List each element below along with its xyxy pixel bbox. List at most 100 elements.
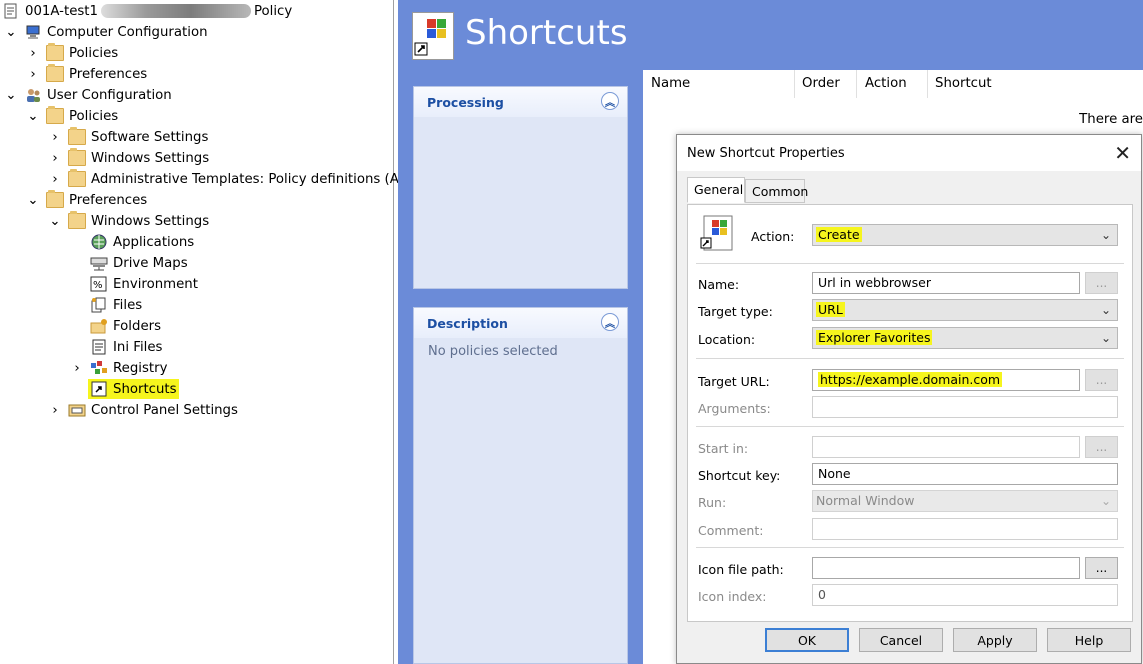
divider	[696, 358, 1124, 359]
tree-item-control-panel-settings[interactable]: › Control Panel Settings	[48, 400, 238, 420]
chevron-right-icon[interactable]: ›	[26, 67, 40, 82]
tree-item-label: Drive Maps	[113, 255, 188, 271]
target-url-field[interactable]: https://example.domain.com	[812, 369, 1080, 391]
tree-item-windows-settings[interactable]: › Windows Settings	[48, 148, 209, 168]
tree-item-environment[interactable]: % Environment	[90, 274, 198, 294]
icon-index-field[interactable]: 0	[812, 584, 1118, 606]
processing-panel: Processing ︽	[413, 86, 628, 289]
target-url-browse-button[interactable]: ...	[1085, 369, 1118, 391]
processing-panel-title: Processing	[427, 94, 504, 110]
chevron-right-icon[interactable]: ›	[48, 172, 62, 187]
shortcut-key-label: Shortcut key:	[698, 468, 781, 483]
name-browse-button[interactable]: ...	[1085, 272, 1118, 294]
apply-button[interactable]: Apply	[953, 628, 1037, 652]
description-panel-header[interactable]: Description ︽	[414, 308, 627, 338]
tree-item-user-configuration[interactable]: ⌄ User Configuration	[4, 85, 172, 105]
tree-item-computer-configuration[interactable]: ⌄ Computer Configuration	[4, 22, 207, 42]
collapse-icon[interactable]: ︽	[601, 92, 619, 110]
arguments-label: Arguments:	[698, 401, 771, 416]
folder-icon	[68, 169, 86, 187]
column-header-order[interactable]: Order	[802, 76, 840, 91]
chevron-down-icon[interactable]: ⌄	[1101, 494, 1111, 508]
tab-common[interactable]: Common	[745, 179, 808, 203]
svg-text:%: %	[93, 280, 103, 291]
users-icon	[24, 87, 42, 103]
ini-file-icon	[90, 339, 108, 355]
shortcut-key-field[interactable]: None	[812, 463, 1118, 485]
tree-item-label: Files	[113, 297, 143, 313]
tree-item-software-settings[interactable]: › Software Settings	[48, 127, 208, 147]
run-combobox[interactable]: Normal Window ⌄	[812, 490, 1118, 512]
action-combobox[interactable]: Create ⌄	[812, 224, 1118, 246]
chevron-down-icon[interactable]: ⌄	[26, 109, 40, 124]
console-tree: 001A-test1 Policy ⌄ Computer Configurati…	[0, 0, 413, 664]
chevron-down-icon[interactable]: ⌄	[4, 25, 18, 40]
tree-item-applications[interactable]: Applications	[90, 232, 194, 252]
dialog-titlebar[interactable]: New Shortcut Properties ✕	[677, 135, 1141, 171]
chevron-down-icon[interactable]: ⌄	[1101, 303, 1111, 317]
help-button[interactable]: Help	[1047, 628, 1131, 652]
chevron-down-icon[interactable]: ⌄	[4, 88, 18, 103]
arguments-field[interactable]	[812, 396, 1118, 418]
comment-field[interactable]	[812, 518, 1118, 540]
tree-item-administrative-templates[interactable]: › Administrative Templates: Policy defin…	[48, 169, 413, 189]
cancel-button[interactable]: Cancel	[859, 628, 943, 652]
tree-item-shortcuts[interactable]: Shortcuts	[88, 379, 179, 399]
tree-item-user-preferences[interactable]: ⌄ Preferences	[26, 190, 147, 210]
column-divider[interactable]	[794, 70, 795, 98]
chevron-down-icon[interactable]: ⌄	[48, 214, 62, 229]
tree-item-ini-files[interactable]: Ini Files	[90, 337, 162, 357]
description-panel-title: Description	[427, 315, 508, 331]
chevron-down-icon[interactable]: ⌄	[1101, 331, 1111, 345]
tree-item-files[interactable]: Files	[90, 295, 142, 315]
new-shortcut-properties-dialog: New Shortcut Properties ✕ General Common…	[676, 134, 1142, 664]
folder-icon	[46, 190, 64, 208]
tree-item-label: Folders	[113, 318, 162, 334]
tree-item-label: Policies	[69, 108, 119, 124]
shortcut-action-icon	[700, 215, 734, 251]
chevron-right-icon[interactable]: ›	[48, 403, 62, 418]
dialog-title: New Shortcut Properties	[687, 145, 845, 161]
column-header-action[interactable]: Action	[865, 76, 907, 91]
chevron-right-icon[interactable]: ›	[26, 46, 40, 61]
tree-item-label: Environment	[113, 276, 198, 292]
chevron-down-icon[interactable]: ⌄	[1101, 228, 1111, 242]
control-panel-icon	[68, 402, 86, 418]
folder-icon	[46, 43, 64, 61]
tree-item-label: Windows Settings	[91, 150, 210, 166]
tree-item-user-policies[interactable]: ⌄ Policies	[26, 106, 118, 126]
tree-root-gpo[interactable]: 001A-test1 Policy	[4, 1, 292, 21]
tab-general[interactable]: General	[687, 177, 745, 203]
folders-icon	[90, 318, 108, 334]
location-combobox[interactable]: Explorer Favorites ⌄	[812, 327, 1118, 349]
start-in-field[interactable]	[812, 436, 1080, 458]
target-type-combobox[interactable]: URL ⌄	[812, 299, 1118, 321]
column-header-name[interactable]: Name	[651, 76, 690, 91]
chevron-right-icon[interactable]: ›	[48, 130, 62, 145]
chevron-down-icon[interactable]: ⌄	[26, 193, 40, 208]
collapse-icon[interactable]: ︽	[601, 313, 619, 331]
icon-file-path-field[interactable]	[812, 557, 1080, 579]
tree-item-drive-maps[interactable]: Drive Maps	[90, 253, 188, 273]
tree-item-computer-preferences[interactable]: › Preferences	[26, 64, 147, 84]
tree-root-label: 001A-test1	[25, 3, 98, 19]
name-field[interactable]: Url in webbrowser	[812, 272, 1080, 294]
tree-item-pref-windows-settings[interactable]: ⌄ Windows Settings	[48, 211, 209, 231]
processing-panel-header[interactable]: Processing ︽	[414, 87, 627, 117]
chevron-right-icon[interactable]: ›	[70, 361, 84, 376]
column-divider[interactable]	[856, 70, 857, 98]
icon-file-path-browse-button[interactable]: ...	[1085, 557, 1118, 579]
page-title: Shortcuts	[465, 13, 628, 53]
tree-item-label: Shortcuts	[113, 381, 177, 397]
start-in-browse-button[interactable]: ...	[1085, 436, 1118, 458]
ok-button[interactable]: OK	[765, 628, 849, 652]
run-label: Run:	[698, 495, 727, 510]
tree-item-registry[interactable]: › Registry	[70, 358, 167, 378]
column-header-shortcut[interactable]: Shortcut	[935, 76, 992, 91]
tree-item-folders[interactable]: Folders	[90, 316, 161, 336]
tree-item-computer-policies[interactable]: › Policies	[26, 43, 118, 63]
close-icon[interactable]: ✕	[1114, 141, 1131, 165]
tree-item-label: User Configuration	[47, 87, 172, 103]
column-divider[interactable]	[927, 70, 928, 98]
chevron-right-icon[interactable]: ›	[48, 151, 62, 166]
